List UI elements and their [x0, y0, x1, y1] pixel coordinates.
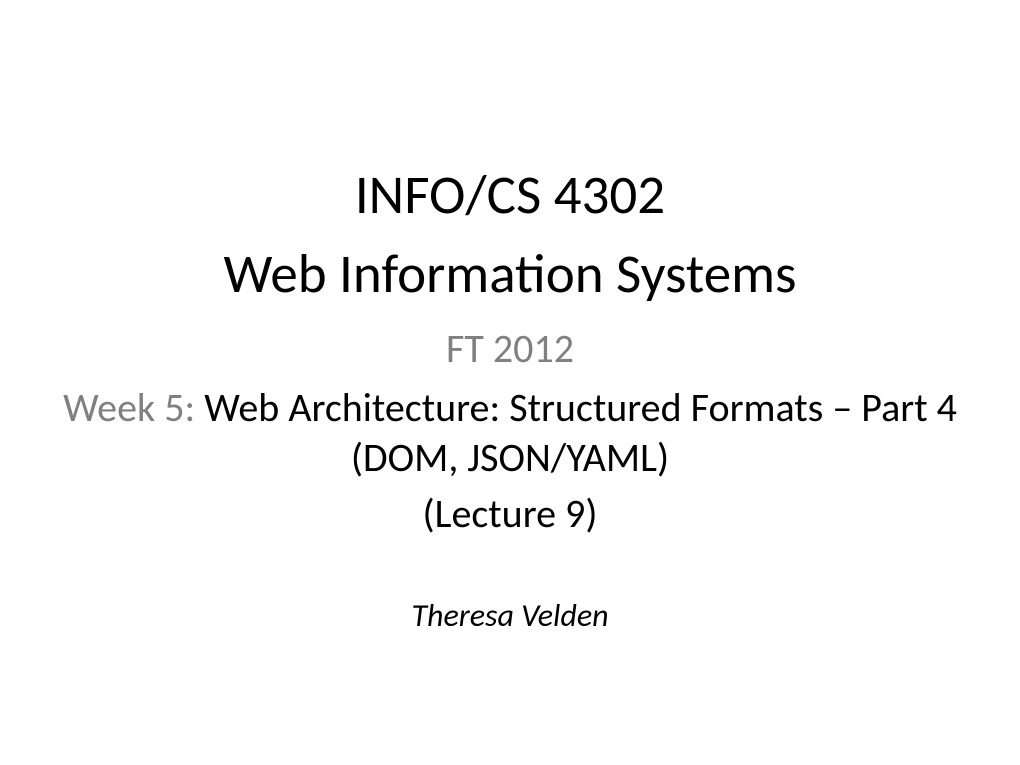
term-label: FT 2012	[446, 324, 574, 373]
week-label: Week 5:	[63, 383, 204, 432]
topic-line: Week 5: Web Architecture: Structured For…	[60, 383, 960, 483]
course-code: INFO/CS 4302	[355, 165, 665, 226]
topic-text: Web Architecture: Structured Formats – P…	[204, 383, 957, 482]
lecture-number: (Lecture 9)	[423, 489, 598, 538]
slide-container: INFO/CS 4302 Web Information Systems FT …	[0, 0, 1020, 765]
course-title: Web Information Systems	[223, 244, 796, 305]
author-name: Theresa Velden	[411, 596, 608, 635]
